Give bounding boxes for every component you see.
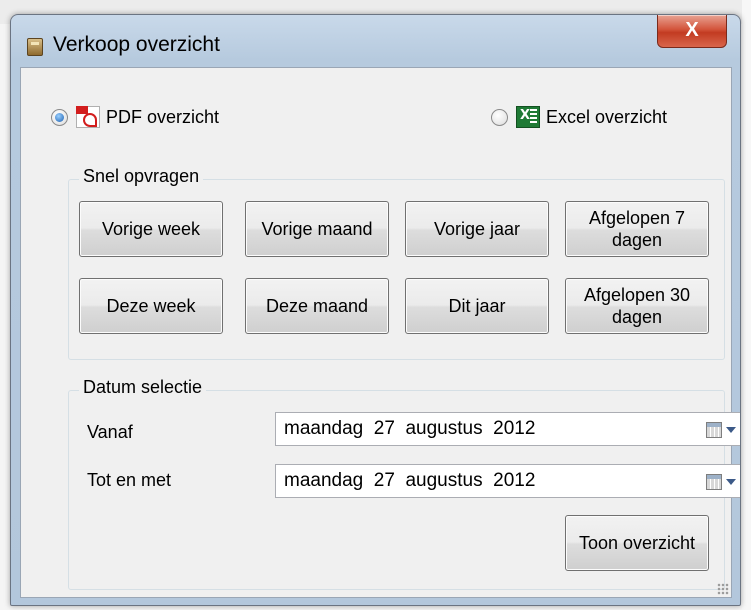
close-button[interactable]: X [657,15,727,48]
vanaf-date-picker[interactable]: maandag 27 augustus 2012 [275,412,740,446]
radio-excel-label: Excel overzicht [546,106,668,127]
radio-excel-overzicht[interactable]: Excel overzicht [491,105,667,129]
deze-maand-button[interactable]: Deze maand [245,278,389,334]
dropdown-arrow-icon [726,427,736,433]
radio-button-unchecked[interactable] [491,108,508,126]
app-icon [27,38,43,56]
vorige-maand-button[interactable]: Vorige maand [245,201,389,257]
group-datum-selectie-label: Datum selectie [79,377,207,398]
group-datum-selectie: Datum selectie Vanaf maandag 27 augustus… [68,377,740,590]
excel-icon [516,106,540,128]
dialog-body: PDF overzicht Excel overzicht Snel opvra… [20,67,740,598]
vanaf-label: Vanaf [87,422,133,442]
vanaf-calendar-dropdown[interactable] [706,421,738,439]
vorige-jaar-button[interactable]: Vorige jaar [405,201,549,257]
group-snel-opvragen: Snel opvragen Vorige week Vorige maand V… [68,166,725,360]
vorige-week-button[interactable]: Vorige week [79,201,223,257]
radio-pdf-label: PDF overzicht [106,106,220,127]
radio-pdf-overzicht[interactable]: PDF overzicht [51,105,219,129]
dialog-window: Verkoop overzicht X PDF overzicht Excel … [10,14,741,606]
tot-en-met-calendar-dropdown[interactable] [706,473,738,491]
window-title: Verkoop overzicht [53,33,220,56]
resize-grip-icon[interactable] [717,583,729,595]
afgelopen-30-dagen-button[interactable]: Afgelopen 30 dagen [565,278,709,334]
tot-en-met-label: Tot en met [87,470,172,490]
pdf-icon [76,106,100,128]
radio-button-checked[interactable] [51,108,68,126]
title-bar[interactable]: Verkoop overzicht X [11,15,740,65]
toon-overzicht-button[interactable]: Toon overzicht [565,515,709,571]
deze-week-button[interactable]: Deze week [79,278,223,334]
afgelopen-7-dagen-button[interactable]: Afgelopen 7 dagen [565,201,709,257]
vanaf-date-value: maandag 27 augustus 2012 [284,418,536,439]
dropdown-arrow-icon [726,479,736,485]
tot-en-met-date-value: maandag 27 augustus 2012 [284,470,536,491]
tot-en-met-date-picker[interactable]: maandag 27 augustus 2012 [275,464,740,498]
group-snel-opvragen-label: Snel opvragen [79,166,204,187]
calendar-icon [706,474,722,490]
dit-jaar-button[interactable]: Dit jaar [405,278,549,334]
calendar-icon [706,422,722,438]
desktop-background-right [742,0,751,610]
